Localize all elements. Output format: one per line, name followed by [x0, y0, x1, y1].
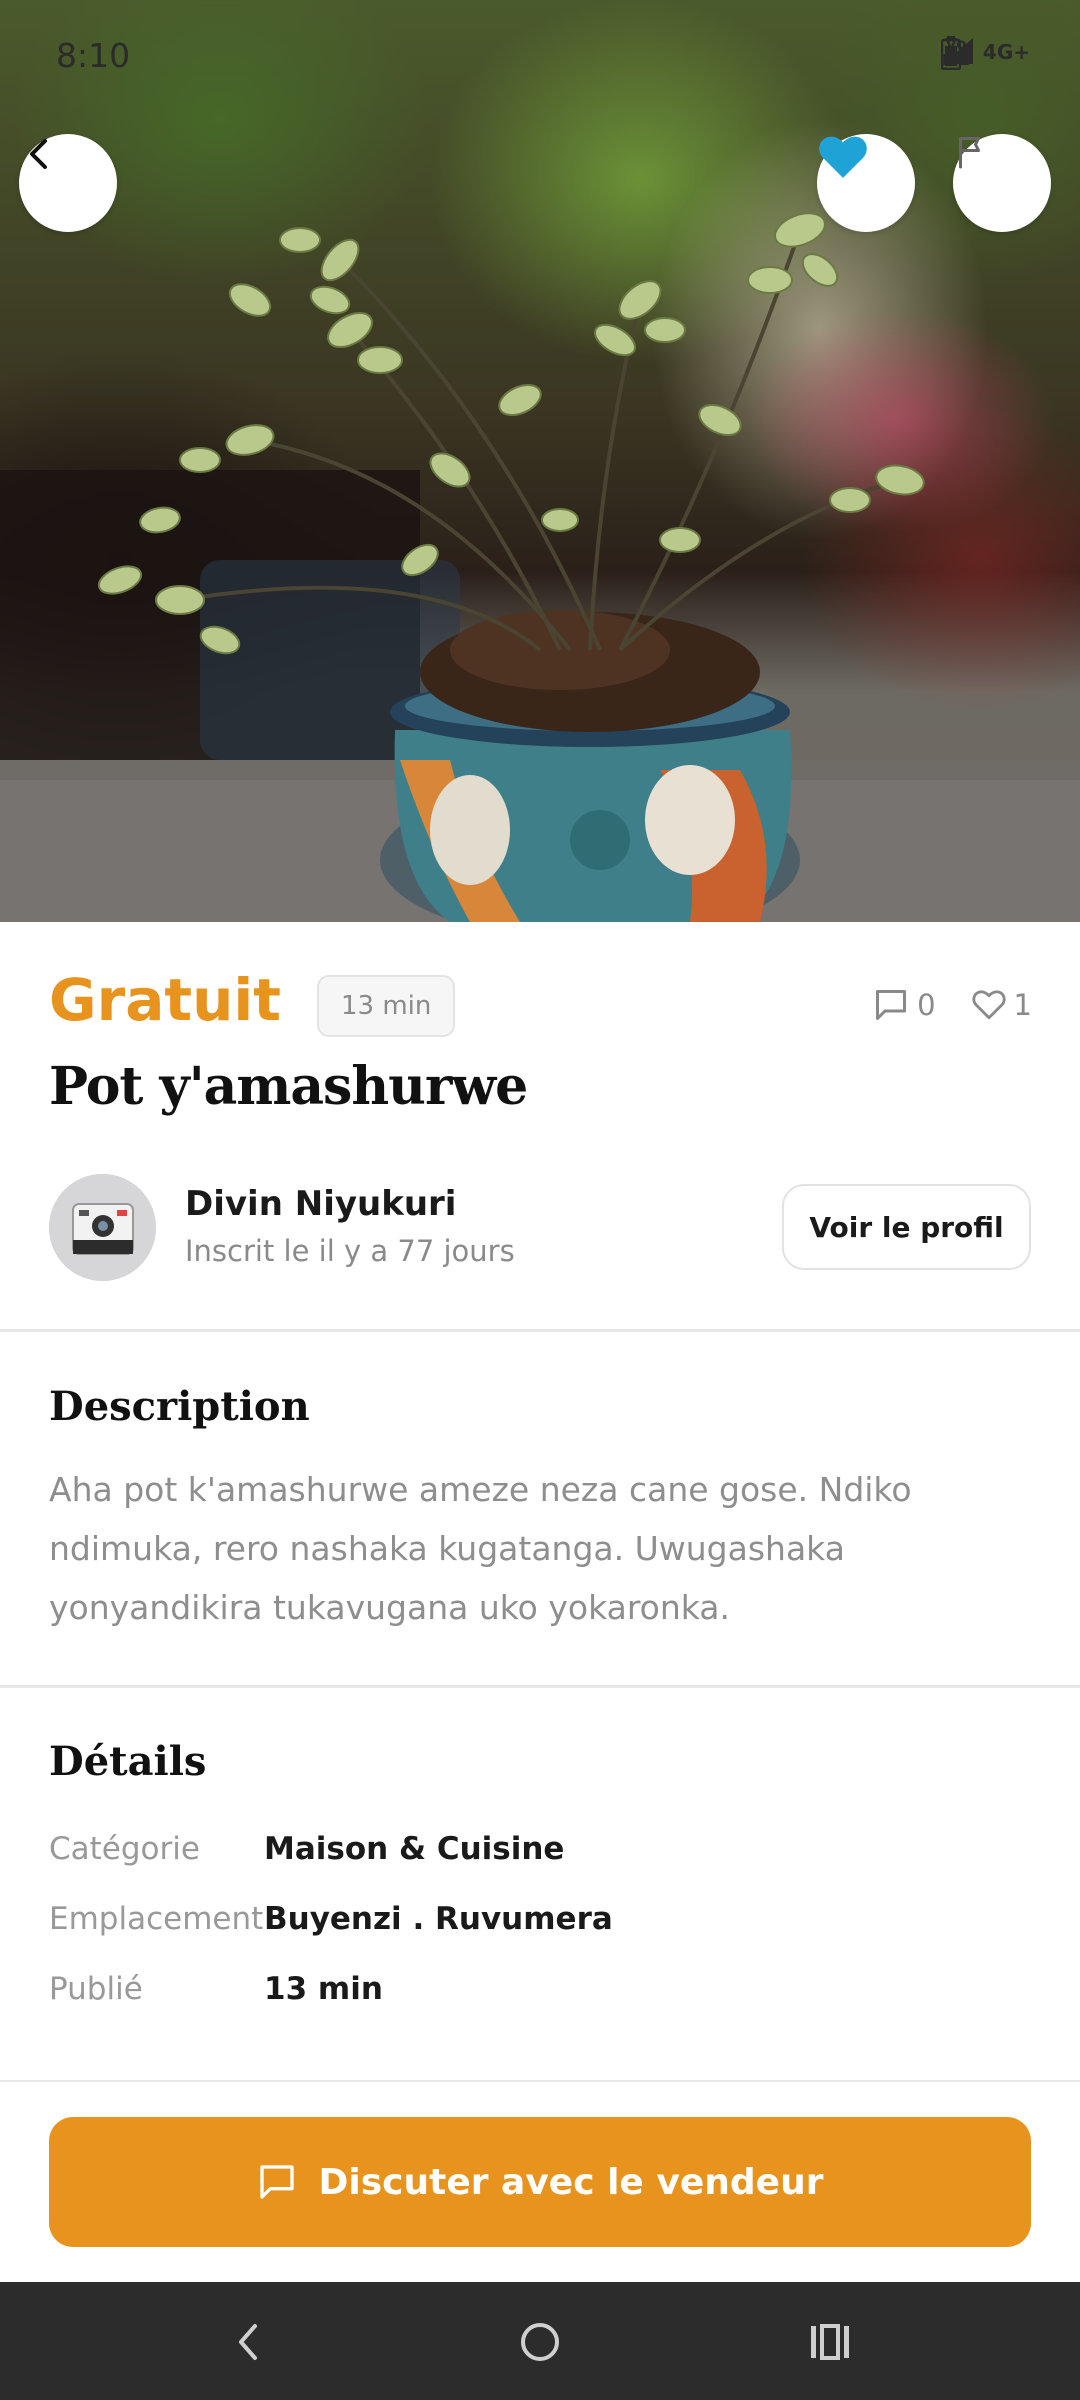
chat-with-seller-button[interactable]: Discuter avec le vendeur	[49, 2117, 1031, 2247]
detail-label: Emplacement	[49, 1901, 264, 1937]
chat-with-seller-label: Discuter avec le vendeur	[318, 2161, 824, 2203]
camera-avatar-image	[49, 1174, 156, 1281]
price: Gratuit	[49, 966, 281, 1034]
report-button[interactable]	[953, 134, 1051, 232]
divider	[0, 1329, 1080, 1332]
avatar[interactable]	[49, 1174, 156, 1281]
flag-icon	[959, 137, 980, 169]
network-type: 4G+	[982, 40, 1030, 64]
details-heading: Détails	[49, 1738, 207, 1785]
status-bar: 8:10 Vo LTE 4G+	[0, 0, 1080, 110]
system-nav-bar	[0, 2282, 1080, 2400]
status-time: 8:10	[56, 36, 131, 75]
description-heading: Description	[49, 1383, 310, 1430]
nav-back-button[interactable]	[218, 2312, 278, 2372]
comments-stat: 0	[873, 988, 936, 1022]
listing-photo[interactable]: 8:10 Vo LTE 4G+	[0, 0, 1080, 922]
chat-icon	[259, 2165, 294, 2199]
nav-recents-button[interactable]	[800, 2312, 860, 2372]
detail-label: Publié	[49, 1971, 143, 2007]
detail-value: Maison & Cuisine	[264, 1831, 565, 1867]
detail-value: Buyenzi . Ruvumera	[264, 1901, 613, 1937]
listing-title: Pot y'amashurwe	[49, 1056, 528, 1117]
back-button[interactable]	[19, 134, 117, 232]
divider	[0, 1685, 1080, 1688]
favorite-button[interactable]	[817, 134, 915, 232]
seller-row: Divin Niyukuri Inscrit le il y a 77 jour…	[49, 1174, 1031, 1282]
posted-time-badge: 13 min	[317, 975, 456, 1037]
likes-stat: 1	[971, 988, 1032, 1022]
status-icons: Vo LTE 4G+	[940, 36, 1030, 70]
likes-count: 1	[1013, 988, 1032, 1022]
chevron-left-icon	[30, 139, 47, 169]
nav-recents-icon	[811, 2324, 849, 2360]
seller-joined: Inscrit le il y a 77 jours	[185, 1234, 515, 1268]
nav-home-icon	[521, 2323, 559, 2361]
plant-photo-illustration	[0, 212, 1080, 922]
comments-count: 0	[917, 988, 936, 1022]
seller-name: Divin Niyukuri	[185, 1184, 457, 1224]
heart-filled-icon	[819, 136, 867, 178]
detail-label: Catégorie	[49, 1831, 200, 1867]
nav-home-button[interactable]	[510, 2312, 570, 2372]
listing-stats: 0 1	[873, 988, 1032, 1022]
description-text: Aha pot k'amashurwe ameze neza cane gose…	[49, 1470, 912, 1627]
heart-outline-icon	[971, 990, 1006, 1020]
detail-value: 13 min	[264, 1971, 383, 2007]
view-profile-button[interactable]: Voir le profil	[782, 1184, 1031, 1270]
battery-icon	[940, 36, 961, 70]
comment-icon	[876, 990, 907, 1020]
nav-back-icon	[239, 2324, 257, 2360]
